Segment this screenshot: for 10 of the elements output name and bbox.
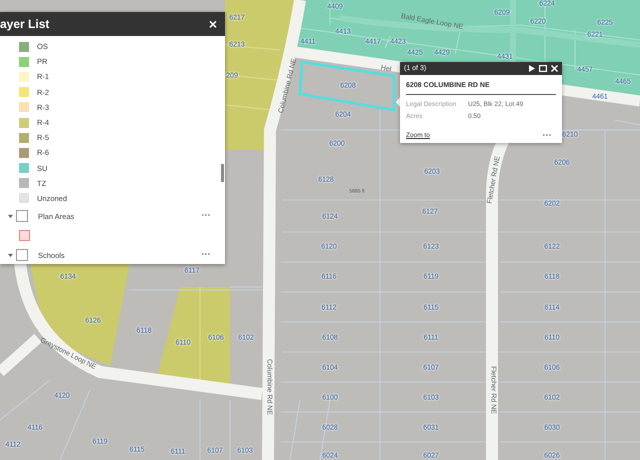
panel-title: ayer List: [0, 17, 50, 31]
caret-icon[interactable]: [8, 252, 13, 258]
checkbox[interactable]: [16, 249, 28, 262]
checkbox[interactable]: [16, 210, 28, 222]
scrollbar[interactable]: [221, 164, 224, 182]
close-icon[interactable]: [551, 65, 558, 72]
maximize-icon[interactable]: [539, 65, 547, 72]
next-icon[interactable]: [529, 65, 535, 72]
close-button[interactable]: ×: [208, 17, 217, 31]
caret-icon[interactable]: [8, 214, 13, 219]
